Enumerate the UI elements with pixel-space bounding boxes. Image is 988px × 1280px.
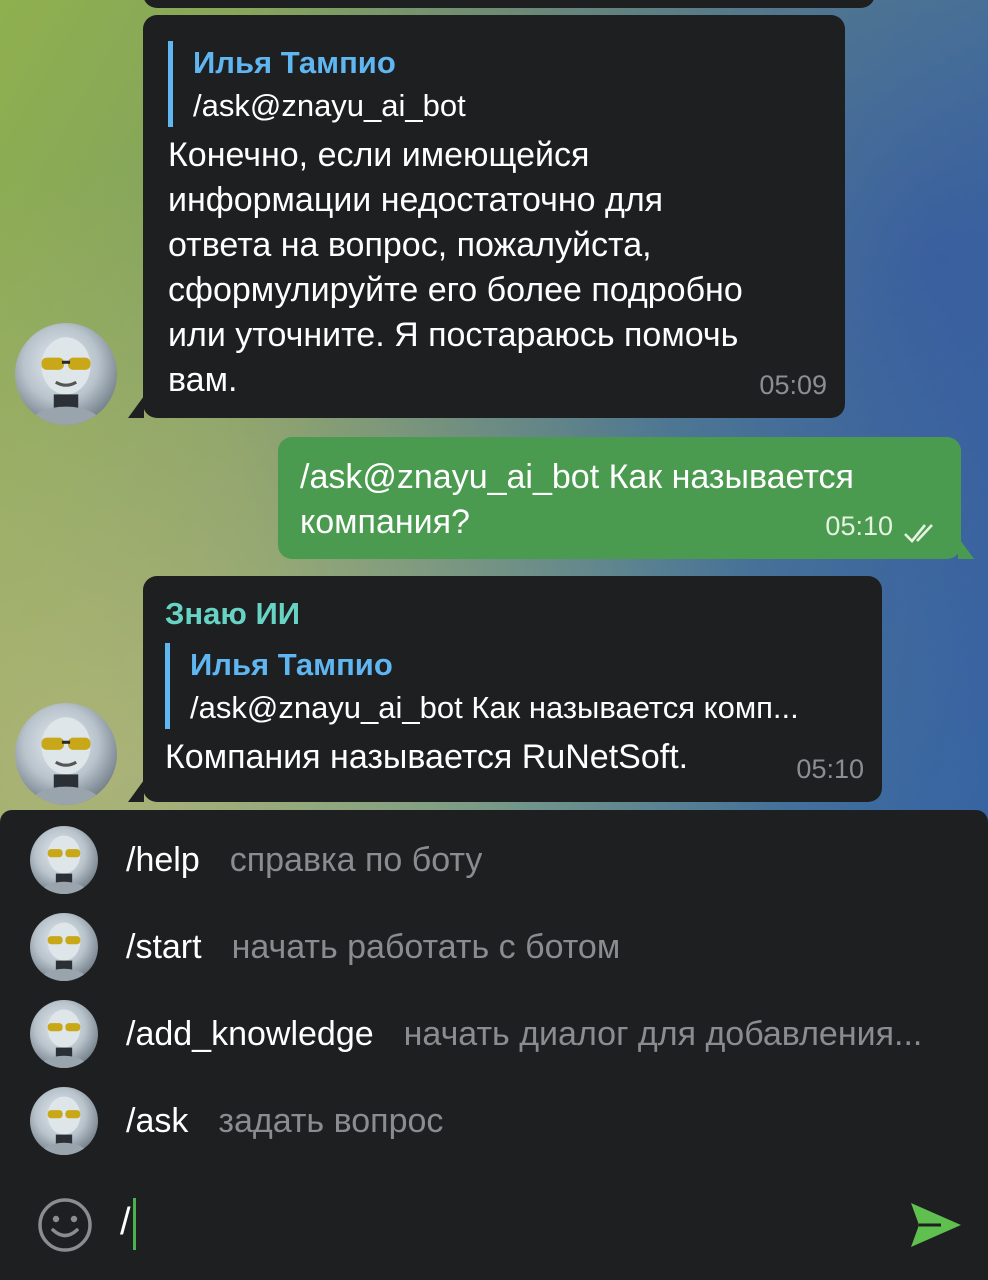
- message-input-value: /: [120, 1201, 131, 1243]
- command-item-add-knowledge[interactable]: /add_knowledge начать диалог для добавле…: [0, 991, 988, 1077]
- message-line: или уточните. Я постараюсь помочь: [168, 316, 739, 354]
- message-list[interactable]: Илья Тампио /ask@znayu_ai_bot Конечно, е…: [0, 0, 988, 810]
- message-bubble-previous[interactable]: [143, 0, 875, 8]
- command-name: /start: [126, 927, 202, 966]
- command-name: /add_knowledge: [126, 1014, 374, 1053]
- command-item-help[interactable]: /help справка по боту: [0, 817, 988, 903]
- reply-quote[interactable]: Илья Тампио /ask@znayu_ai_bot: [168, 41, 825, 127]
- reply-author: Илья Тампио: [193, 45, 396, 80]
- robot-avatar-icon: [40, 835, 88, 894]
- message-line: Конечно, если имеющейся: [168, 136, 590, 174]
- command-description: начать диалог для добавления...: [403, 1014, 923, 1053]
- sender-name: Знаю ИИ: [165, 596, 301, 631]
- message-line: информации недостаточно для: [168, 181, 664, 219]
- command-name: /help: [126, 840, 200, 879]
- command-name: /ask: [126, 1101, 189, 1140]
- reply-text: /ask@znayu_ai_bot: [193, 88, 466, 123]
- message-text: Компания называется RuNetSoft.: [165, 735, 862, 780]
- bubble-tail: [128, 396, 144, 418]
- command-description: справка по боту: [229, 840, 483, 879]
- message-line: ответа на вопрос, пожалуйста,: [168, 226, 652, 264]
- smiley-icon[interactable]: [35, 1195, 95, 1255]
- bubble-tail: [128, 780, 144, 802]
- bot-avatar: [30, 826, 98, 894]
- bot-avatar: [30, 1087, 98, 1155]
- bot-avatar[interactable]: [15, 703, 117, 805]
- command-description: задать вопрос: [218, 1101, 444, 1140]
- message-text: Конечно, если имеющейся информации недос…: [168, 133, 825, 403]
- robot-avatar-icon: [31, 717, 101, 805]
- message-bubble-incoming[interactable]: Знаю ИИ Илья Тампио /ask@znayu_ai_bot Ка…: [143, 576, 882, 802]
- message-line: /ask@znayu_ai_bot Как называется: [300, 458, 854, 496]
- command-description: начать работать с ботом: [231, 927, 621, 966]
- bubble-tail: [958, 537, 974, 559]
- robot-avatar-icon: [40, 1096, 88, 1155]
- message-input-bar: /: [0, 1170, 988, 1280]
- message-line: вам.: [168, 361, 238, 399]
- send-icon[interactable]: [905, 1195, 965, 1255]
- message-time: 05:10: [825, 511, 893, 541]
- bot-avatar[interactable]: [15, 323, 117, 425]
- reply-quote[interactable]: Илья Тампио /ask@znayu_ai_bot Как называ…: [165, 643, 862, 729]
- command-item-ask[interactable]: /ask задать вопрос: [0, 1078, 988, 1164]
- command-item-start[interactable]: /start начать работать с ботом: [0, 904, 988, 990]
- robot-avatar-icon: [31, 337, 101, 425]
- message-bubble-outgoing[interactable]: /ask@znayu_ai_bot Как называется компани…: [278, 437, 961, 559]
- text-cursor: [132, 1197, 136, 1250]
- message-time: 05:09: [759, 370, 827, 400]
- message-bubble-incoming[interactable]: Илья Тампио /ask@znayu_ai_bot Конечно, е…: [143, 15, 845, 418]
- message-input[interactable]: /: [120, 1192, 136, 1252]
- bot-avatar: [30, 913, 98, 981]
- message-time: 05:10: [796, 754, 864, 784]
- reply-text: /ask@znayu_ai_bot Как называется комп...: [190, 690, 799, 725]
- robot-avatar-icon: [40, 922, 88, 981]
- double-check-icon: [904, 524, 933, 543]
- reply-author: Илья Тампио: [190, 647, 393, 682]
- robot-avatar-icon: [40, 1009, 88, 1068]
- bot-avatar: [30, 1000, 98, 1068]
- message-line: Компания называется RuNetSoft.: [165, 738, 689, 776]
- message-line: сформулируйте его более подробно: [168, 271, 743, 309]
